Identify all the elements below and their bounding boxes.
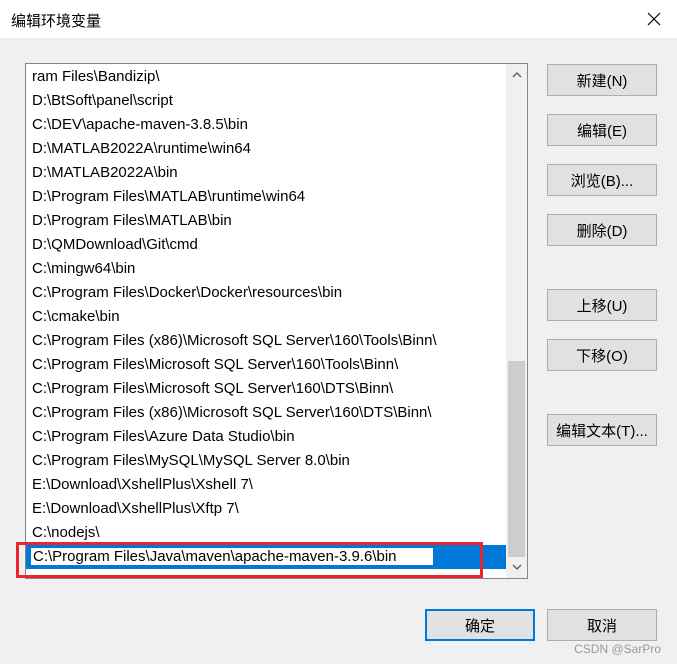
watermark: CSDN @SarPro	[574, 642, 661, 656]
path-list-item[interactable]: C:\nodejs\	[26, 521, 506, 545]
vertical-scrollbar[interactable]	[506, 64, 527, 578]
path-list-item[interactable]: C:\Program Files\Microsoft SQL Server\16…	[26, 377, 506, 401]
path-list-item[interactable]: C:\Program Files\Azure Data Studio\bin	[26, 425, 506, 449]
move-down-button[interactable]: 下移(O)	[547, 339, 657, 371]
move-up-button[interactable]: 上移(U)	[547, 289, 657, 321]
path-edit-input[interactable]	[30, 547, 434, 566]
ok-button[interactable]: 确定	[425, 609, 535, 641]
path-list-item[interactable]: D:\MATLAB2022A\runtime\win64	[26, 137, 506, 161]
path-list-item[interactable]: C:\mingw64\bin	[26, 257, 506, 281]
path-list-item[interactable]: C:\DEV\apache-maven-3.8.5\bin	[26, 113, 506, 137]
edit-button[interactable]: 编辑(E)	[547, 114, 657, 146]
path-list-item[interactable]: C:\Program Files (x86)\Microsoft SQL Ser…	[26, 401, 506, 425]
scroll-up-button[interactable]	[506, 64, 527, 85]
path-list[interactable]: ram Files\Bandizip\ D:\BtSoft\panel\scrip…	[25, 63, 528, 579]
path-list-item[interactable]: D:\MATLAB2022A\bin	[26, 161, 506, 185]
path-list-item-editing[interactable]	[26, 545, 506, 569]
path-list-items: ram Files\Bandizip\ D:\BtSoft\panel\scrip…	[26, 65, 506, 569]
title-bar: 编辑环境变量	[0, 0, 677, 38]
close-icon	[647, 12, 661, 26]
path-list-item[interactable]: C:\Program Files\Microsoft SQL Server\16…	[26, 353, 506, 377]
window-title: 编辑环境变量	[11, 13, 102, 30]
path-list-item[interactable]: C:\Program Files\Docker\Docker\resources…	[26, 281, 506, 305]
path-list-item[interactable]: C:\Program Files\MySQL\MySQL Server 8.0\…	[26, 449, 506, 473]
path-list-item[interactable]: C:\Program Files (x86)\Microsoft SQL Ser…	[26, 329, 506, 353]
path-list-item[interactable]: C:\cmake\bin	[26, 305, 506, 329]
path-list-item[interactable]: D:\BtSoft\panel\script	[26, 89, 506, 113]
new-button[interactable]: 新建(N)	[547, 64, 657, 96]
scroll-down-button[interactable]	[506, 557, 527, 578]
path-list-item[interactable]: D:\QMDownload\Git\cmd	[26, 233, 506, 257]
edit-text-button[interactable]: 编辑文本(T)...	[547, 414, 657, 446]
cancel-button[interactable]: 取消	[547, 609, 657, 641]
chevron-up-icon	[512, 72, 521, 78]
chevron-down-icon	[512, 564, 521, 570]
scrollbar-thumb[interactable]	[508, 361, 525, 557]
browse-button[interactable]: 浏览(B)...	[547, 164, 657, 196]
path-list-item[interactable]: E:\Download\XshellPlus\Xshell 7\	[26, 473, 506, 497]
delete-button[interactable]: 删除(D)	[547, 214, 657, 246]
close-button[interactable]	[631, 0, 677, 38]
path-list-item[interactable]: D:\Program Files\MATLAB\runtime\win64	[26, 185, 506, 209]
path-list-item[interactable]: E:\Download\XshellPlus\Xftp 7\	[26, 497, 506, 521]
path-list-item[interactable]: ram Files\Bandizip\	[26, 65, 506, 89]
path-list-item[interactable]: D:\Program Files\MATLAB\bin	[26, 209, 506, 233]
